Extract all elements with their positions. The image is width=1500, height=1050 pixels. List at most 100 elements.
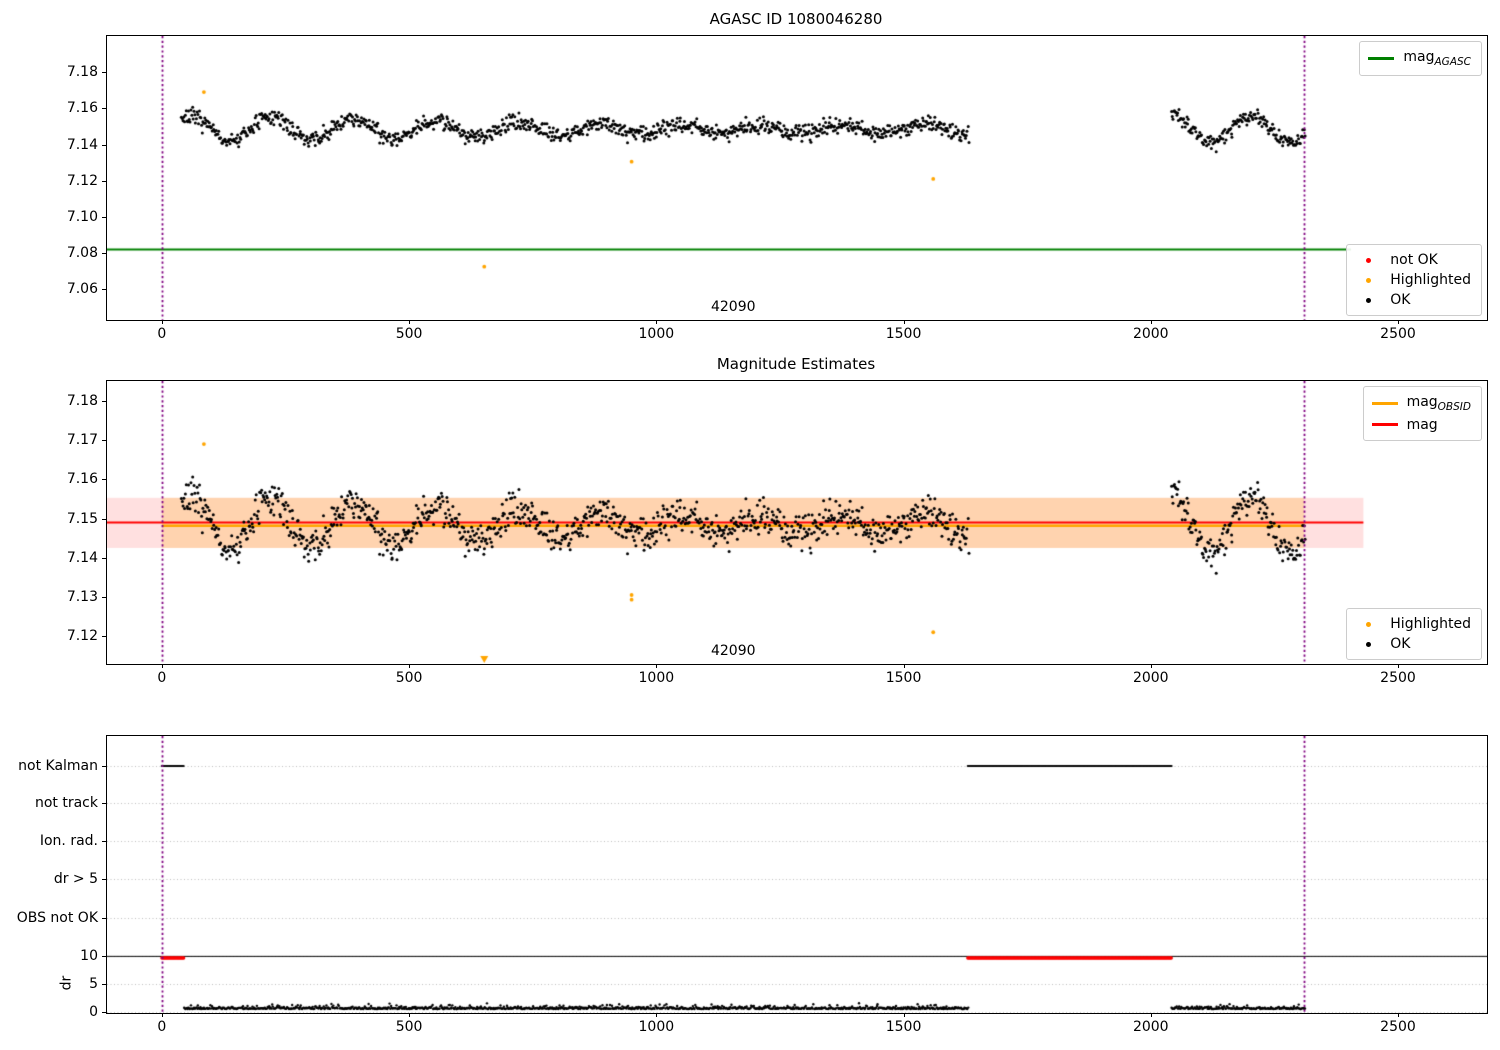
dot-swatch bbox=[1355, 257, 1381, 263]
swatch-shape bbox=[1371, 423, 1398, 427]
dot-swatch bbox=[1355, 621, 1381, 627]
y-tickmark bbox=[102, 879, 106, 880]
x-tick-label: 0 bbox=[157, 670, 167, 686]
x-tickmark bbox=[1151, 664, 1152, 668]
x-tick-label: 1500 bbox=[885, 1019, 922, 1035]
flag-row-label: OBS not OK bbox=[16, 910, 98, 927]
x-tick-label: 0 bbox=[157, 326, 167, 342]
y-tickmark bbox=[102, 918, 106, 919]
x-tick-label: 1000 bbox=[638, 326, 675, 342]
swatch-shape bbox=[1365, 297, 1371, 303]
swatch-shape bbox=[1371, 401, 1398, 405]
y-tickmark bbox=[102, 108, 106, 109]
y-tickmark bbox=[102, 803, 106, 804]
swatch-shape bbox=[1365, 277, 1371, 283]
y-tick-label: 7.15 bbox=[66, 510, 98, 527]
dr-tick-label: 10 bbox=[80, 948, 98, 965]
x-tickmark bbox=[656, 664, 657, 668]
y-tick-label: 7.16 bbox=[66, 100, 98, 117]
y-tick-label: 7.06 bbox=[66, 281, 98, 298]
y-tickmark bbox=[102, 1012, 106, 1013]
dr-tick-label: 5 bbox=[89, 976, 98, 993]
x-tick-label: 500 bbox=[395, 326, 423, 342]
dot-swatch bbox=[1355, 297, 1381, 303]
swatch-shape bbox=[1368, 56, 1395, 60]
x-tickmark bbox=[409, 664, 410, 668]
y-tick-label: 7.12 bbox=[66, 172, 98, 189]
swatch-shape bbox=[1365, 257, 1371, 263]
x-tickmark bbox=[904, 1013, 905, 1017]
x-tick-label: 2000 bbox=[1132, 326, 1169, 342]
x-tickmark bbox=[1398, 664, 1399, 668]
x-tickmark bbox=[656, 1013, 657, 1017]
x-tickmark bbox=[162, 1013, 163, 1017]
y-tickmark bbox=[102, 479, 106, 480]
dr-axis-label: dr bbox=[58, 975, 75, 991]
legend-label: OK bbox=[1390, 292, 1411, 308]
y-tickmark bbox=[102, 72, 106, 73]
legend-item: magAGASC bbox=[1368, 47, 1471, 70]
x-tick-label: 2000 bbox=[1132, 1019, 1169, 1035]
middle-plot-canvas bbox=[107, 381, 1487, 664]
legend-item: mag bbox=[1371, 415, 1471, 435]
x-tick-label: 0 bbox=[157, 1019, 167, 1035]
line-swatch bbox=[1368, 56, 1395, 60]
y-tick-label: 7.14 bbox=[66, 136, 98, 153]
y-tickmark bbox=[102, 401, 106, 402]
y-tick-label: 7.18 bbox=[66, 64, 98, 81]
figure: AGASC ID 1080046280 Magnitude Estimates … bbox=[0, 0, 1500, 1050]
obsid-annotation: 42090 bbox=[710, 299, 756, 315]
legend-bottom-right: not OK Highlighted OK bbox=[1346, 244, 1482, 316]
y-tickmark bbox=[102, 956, 106, 957]
y-tickmark bbox=[102, 181, 106, 182]
y-tickmark bbox=[102, 766, 106, 767]
flag-row-label: not track bbox=[34, 795, 98, 812]
x-tickmark bbox=[409, 320, 410, 324]
x-tickmark bbox=[1151, 320, 1152, 324]
y-tick-label: 7.12 bbox=[66, 628, 98, 645]
y-tick-label: 7.10 bbox=[66, 208, 98, 225]
y-tickmark bbox=[102, 636, 106, 637]
y-tick-label: 7.14 bbox=[66, 549, 98, 566]
x-tick-label: 2000 bbox=[1132, 670, 1169, 686]
x-tickmark bbox=[1398, 1013, 1399, 1017]
x-tick-label: 2500 bbox=[1380, 1019, 1416, 1035]
dot-swatch bbox=[1355, 277, 1381, 283]
legend-label: Highlighted bbox=[1390, 616, 1471, 632]
y-tickmark bbox=[102, 984, 106, 985]
flag-row-label: not Kalman bbox=[18, 757, 98, 774]
x-tickmark bbox=[1151, 1013, 1152, 1017]
x-tickmark bbox=[904, 320, 905, 324]
legend-label: mag bbox=[1406, 416, 1438, 433]
x-tick-label: 500 bbox=[395, 670, 423, 686]
y-tickmark bbox=[102, 289, 106, 290]
obsid-annotation: 42090 bbox=[710, 643, 756, 659]
middle-plot-axes: 42090 7.18 7.17 7.16 7.15 7.14 7.13 7.12 0 500 10… bbox=[67, 380, 1488, 686]
legend-item: OK bbox=[1355, 634, 1471, 654]
legend-bottom-right: Highlighted OK bbox=[1346, 608, 1482, 660]
flag-row-label: dr > 5 bbox=[53, 870, 98, 887]
bottom-plot-axes: not Kalman not track Ion. rad. dr > 5 OBS no… bbox=[17, 735, 1488, 1035]
legend-item: Highlighted bbox=[1355, 270, 1471, 290]
x-tickmark bbox=[409, 1013, 410, 1017]
y-tickmark bbox=[102, 253, 106, 254]
x-tick-label: 2500 bbox=[1380, 670, 1416, 686]
y-tick-label: 7.18 bbox=[66, 392, 98, 409]
legend-top-right: magOBSID mag bbox=[1362, 386, 1482, 441]
y-tickmark bbox=[102, 440, 106, 441]
y-tick-label: 7.13 bbox=[66, 588, 98, 605]
y-tickmark bbox=[102, 558, 106, 559]
x-tick-label: 500 bbox=[395, 1019, 423, 1035]
x-tick-label: 2500 bbox=[1380, 326, 1416, 342]
y-tickmark bbox=[102, 145, 106, 146]
legend-item: Highlighted bbox=[1355, 614, 1471, 634]
x-tickmark bbox=[162, 320, 163, 324]
x-tickmark bbox=[904, 664, 905, 668]
legend-label: OK bbox=[1390, 636, 1411, 652]
x-tick-label: 1000 bbox=[638, 670, 675, 686]
x-tickmark bbox=[162, 664, 163, 668]
legend-label: magOBSID bbox=[1406, 394, 1471, 413]
top-plot-canvas bbox=[107, 36, 1487, 320]
line-swatch bbox=[1371, 401, 1398, 405]
dot-swatch bbox=[1355, 641, 1381, 647]
